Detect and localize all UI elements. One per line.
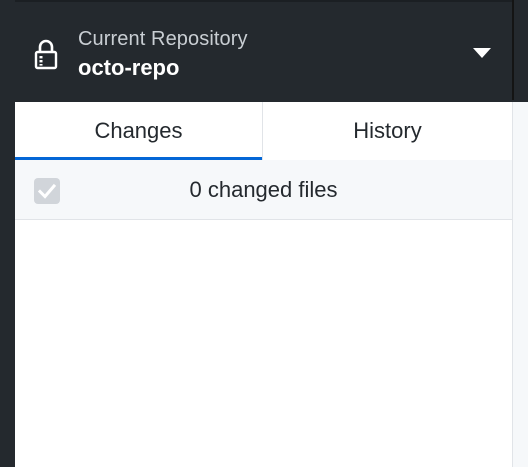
changes-panel: Changes History 0 changed files [15, 102, 512, 467]
tab-history[interactable]: History [262, 102, 512, 160]
app-window: Current Repository octo-repo Changes His… [0, 0, 528, 467]
changed-files-count: 0 changed files [189, 177, 338, 202]
changes-list-header: 0 changed files [15, 160, 512, 220]
repository-label: Current Repository [78, 28, 248, 50]
toolbar-next-section [514, 0, 528, 102]
repository-selector[interactable]: Current Repository octo-repo [15, 0, 512, 102]
tab-history-label: History [353, 118, 422, 143]
main-content-edge [512, 102, 528, 467]
changed-files-list [15, 220, 512, 467]
tab-changes-label: Changes [94, 118, 183, 143]
checkmark-icon [38, 183, 56, 199]
select-all-checkbox[interactable] [34, 178, 60, 204]
tab-changes[interactable]: Changes [15, 102, 262, 161]
repository-name: octo-repo [78, 55, 180, 80]
tab-bar: Changes History [15, 102, 512, 161]
caret-down-icon[interactable] [471, 46, 493, 60]
lock-icon [34, 38, 58, 70]
